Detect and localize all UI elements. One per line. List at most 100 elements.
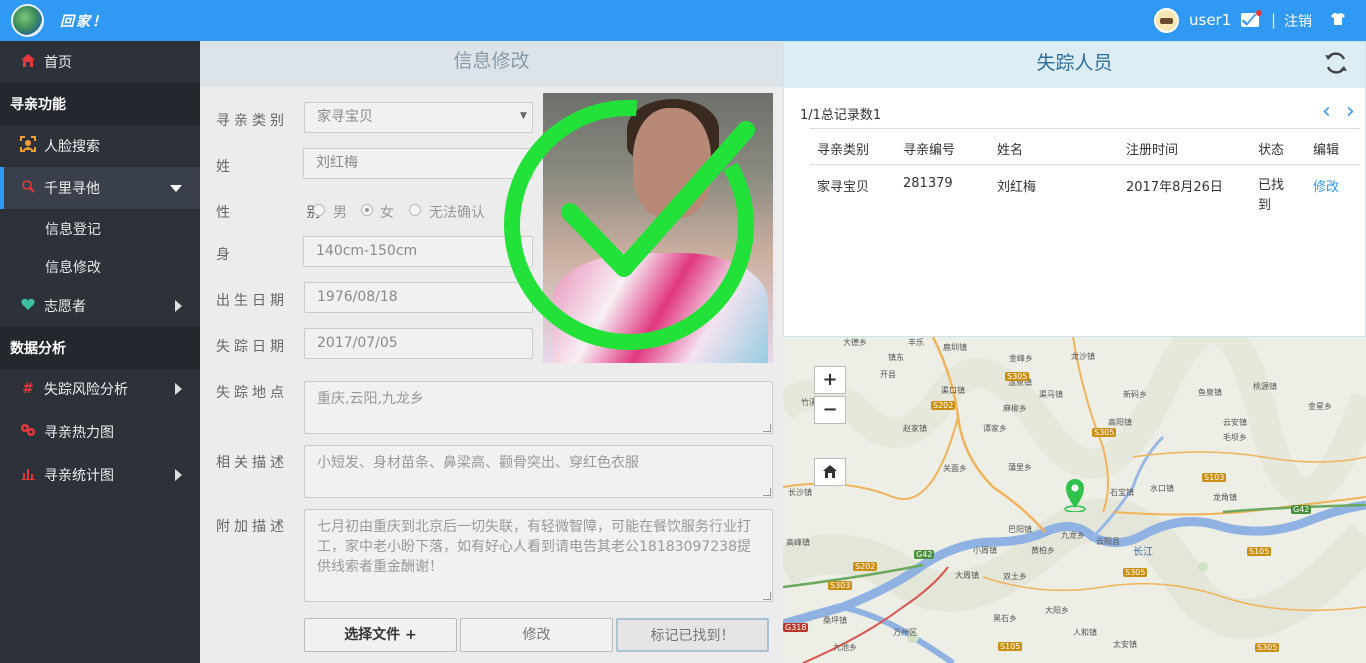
name-field[interactable]: 刘红梅 bbox=[303, 148, 533, 179]
description-text: 小短发、身材苗条、鼻梁高、颧骨突出、穿红色衣服 bbox=[317, 455, 639, 471]
gender-radio-male[interactable] bbox=[313, 204, 325, 216]
gender-radio-female[interactable] bbox=[361, 204, 373, 216]
category-select[interactable]: 家寻宝贝 bbox=[304, 102, 533, 133]
refresh-icon[interactable] bbox=[1323, 50, 1349, 76]
modify-button[interactable]: 修改 bbox=[460, 618, 613, 652]
person-photo[interactable] bbox=[543, 93, 773, 363]
map-label: 鹿圳镇 bbox=[943, 343, 967, 352]
map-label: 金星乡 bbox=[1308, 402, 1332, 411]
missing-place-text: 重庆,云阳,九龙乡 bbox=[317, 391, 424, 407]
sidebar-item-risk-analysis[interactable]: # 失踪风险分析 bbox=[0, 368, 200, 410]
sidebar-item-stats[interactable]: 寻亲统计图 bbox=[0, 454, 200, 496]
logout-link[interactable]: 注销 bbox=[1284, 11, 1312, 31]
map-label: 黄柏乡 bbox=[1031, 546, 1055, 555]
sidebar-item-qianli[interactable]: 千里寻他 bbox=[0, 167, 200, 209]
map-label: 毛坝乡 bbox=[1223, 433, 1247, 442]
map-label: 九龙乡 bbox=[1061, 531, 1085, 540]
choose-file-button[interactable]: 选择文件 + bbox=[304, 618, 457, 652]
zoom-in-button[interactable]: + bbox=[814, 366, 846, 394]
height-field[interactable]: 140cm-150cm bbox=[303, 236, 533, 267]
road-tag: S303 bbox=[828, 581, 853, 590]
map-label: 云安镇 bbox=[1223, 418, 1247, 427]
map-label: 龙沙镇 bbox=[1071, 352, 1095, 361]
extra-textarea[interactable]: 七月初由重庆到北京后一切失联，有轻微智障，可能在餐饮服务行业打工，家中老小盼下落… bbox=[304, 509, 773, 602]
topbar-separator: | bbox=[1271, 11, 1277, 29]
map-home-button[interactable] bbox=[814, 458, 846, 486]
sidebar: 首页 寻亲功能 人脸搜索 千里寻他 信息登记 信息修改 志愿者 数据分析 # 失… bbox=[0, 41, 200, 663]
birth-date-field[interactable]: 1976/08/18 bbox=[304, 282, 533, 313]
table-cell-id: 281379 bbox=[903, 176, 953, 191]
pager-prev-button[interactable]: ‹ bbox=[1322, 101, 1331, 123]
map-label: 蒲里乡 bbox=[1008, 463, 1032, 472]
missing-table bbox=[810, 128, 1360, 129]
sidebar-item-home[interactable]: 首页 bbox=[0, 41, 200, 83]
map-view[interactable]: 大德乡 丰乐 鹿圳镇 开县 镇东 渠口镇 金峰乡 龙沙镇 温泉镇 麻柳乡 竹溪 … bbox=[783, 337, 1366, 663]
sidebar-section-search: 寻亲功能 bbox=[0, 83, 200, 125]
gender-radio-unknown[interactable] bbox=[409, 204, 421, 216]
map-label: 太安镇 bbox=[1113, 640, 1137, 649]
table-header-edit: 编辑 bbox=[1313, 143, 1340, 158]
sidebar-item-heatmap[interactable]: 寻亲热力图 bbox=[0, 411, 200, 453]
map-label: 长沙镇 bbox=[788, 488, 812, 497]
sidebar-item-volunteer[interactable]: 志愿者 bbox=[0, 285, 200, 327]
sidebar-item-label: 寻亲热力图 bbox=[44, 425, 114, 441]
label-description: 相关描述 bbox=[216, 455, 288, 471]
user-avatar[interactable] bbox=[1154, 8, 1179, 33]
mail-icon[interactable] bbox=[1241, 10, 1262, 27]
table-header-name: 姓名 bbox=[997, 143, 1024, 158]
road-tag: S103 bbox=[1202, 473, 1227, 482]
table-cell-name: 刘红梅 bbox=[997, 180, 1037, 195]
map-label: 九池乡 bbox=[833, 643, 857, 652]
grid-hash-icon: # bbox=[22, 381, 34, 397]
photo-face bbox=[633, 108, 711, 218]
sidebar-item-label: 人脸搜索 bbox=[44, 139, 100, 155]
record-count: 1/1总记录数1 bbox=[800, 108, 882, 123]
sidebar-subitem-modify[interactable]: 信息修改 bbox=[0, 248, 200, 286]
home-icon bbox=[20, 53, 36, 71]
description-textarea[interactable]: 小短发、身材苗条、鼻梁高、颧骨突出、穿红色衣服 bbox=[304, 445, 773, 498]
sidebar-item-label: 失踪风险分析 bbox=[44, 382, 128, 398]
chevron-right-icon bbox=[175, 469, 182, 481]
missing-date-field[interactable]: 2017/07/05 bbox=[304, 328, 533, 359]
map-label: 万州区 bbox=[893, 628, 917, 637]
resize-grip-icon[interactable] bbox=[763, 488, 771, 496]
road-tag: S305 bbox=[1255, 643, 1280, 652]
map-label: 桑坪镇 bbox=[823, 616, 847, 625]
username[interactable]: user1 bbox=[1189, 11, 1231, 29]
resize-grip-icon[interactable] bbox=[763, 424, 771, 432]
label-missing-date: 失踪日期 bbox=[216, 339, 288, 355]
label-birth: 出生日期 bbox=[216, 293, 288, 309]
map-label: 渠口镇 bbox=[941, 386, 965, 395]
sidebar-item-face-search[interactable]: 人脸搜索 bbox=[0, 125, 200, 167]
table-header-status: 状态 bbox=[1258, 143, 1285, 158]
zoom-out-button[interactable]: − bbox=[814, 396, 846, 424]
map-label: 渠马镇 bbox=[1039, 390, 1063, 399]
location-pin-icon[interactable] bbox=[1064, 478, 1086, 512]
road-tag: S202 bbox=[931, 401, 956, 410]
table-edit-link[interactable]: 修改 bbox=[1313, 176, 1339, 195]
panel-title: 失踪人员 bbox=[784, 42, 1365, 88]
table-header-id: 寻亲编号 bbox=[903, 143, 956, 158]
table-cell-reg-time: 2017年8月26日 bbox=[1126, 180, 1223, 195]
road-tag: S305 bbox=[1005, 372, 1030, 381]
label-category: 寻亲类别 bbox=[216, 113, 288, 129]
map-label: 镇东 bbox=[888, 353, 904, 362]
map-label: 鱼泉镇 bbox=[1198, 388, 1222, 397]
caret-down-icon: ▼ bbox=[520, 111, 527, 121]
skin-shirt-icon[interactable] bbox=[1330, 12, 1346, 30]
chevron-down-icon bbox=[170, 184, 182, 192]
logo-globe-icon[interactable] bbox=[11, 4, 44, 37]
mark-found-button[interactable]: 标记已找到！ bbox=[616, 618, 769, 652]
road-tag: S305 bbox=[1123, 568, 1148, 577]
pager-next-button[interactable]: › bbox=[1346, 101, 1355, 123]
face-scan-icon bbox=[20, 136, 36, 156]
map-label: 龙角镇 bbox=[1213, 493, 1237, 502]
resize-grip-icon[interactable] bbox=[763, 592, 771, 600]
missing-place-textarea[interactable]: 重庆,云阳,九龙乡 bbox=[304, 381, 773, 434]
heatmap-icon bbox=[20, 423, 36, 441]
map-label: 小周镇 bbox=[973, 546, 997, 555]
sidebar-subitem-register[interactable]: 信息登记 bbox=[0, 210, 200, 248]
road-tag: S105 bbox=[1247, 547, 1272, 556]
sidebar-item-label: 寻亲统计图 bbox=[44, 468, 114, 484]
chevron-right-icon bbox=[175, 383, 182, 395]
